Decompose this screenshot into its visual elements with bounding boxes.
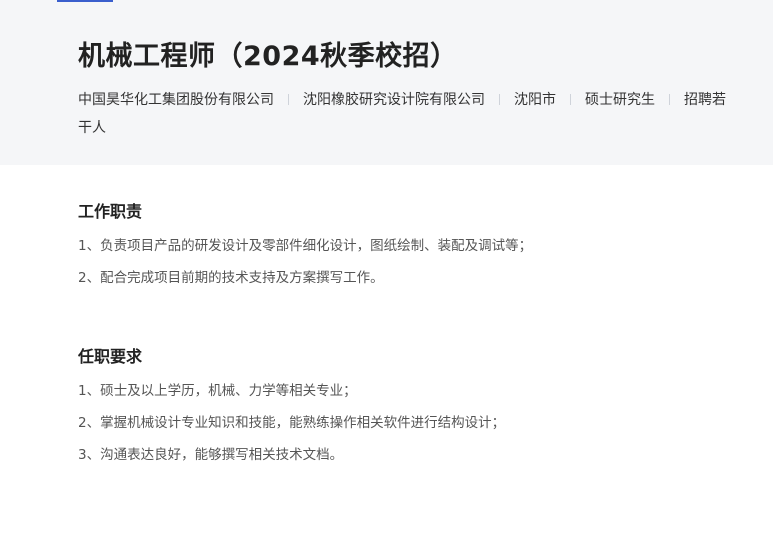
list-item: 3、沟通表达良好，能够撰写相关技术文档。 [78, 447, 344, 463]
responsibilities-heading: 工作职责 [78, 202, 143, 221]
active-tab-indicator [57, 0, 113, 2]
list-item: 2、配合完成项目前期的技术支持及方案撰写工作。 [78, 270, 384, 286]
meta-company: 中国昊华化工集团股份有限公司 [78, 92, 274, 108]
meta-education: 硕士研究生 [585, 92, 655, 108]
list-item: 2、掌握机械设计专业知识和技能，能熟练操作相关软件进行结构设计； [78, 415, 506, 431]
job-header: 机械工程师（2024秋季校招） 中国昊华化工集团股份有限公司 沈阳橡胶研究设计院有… [0, 0, 773, 165]
meta-location: 沈阳市 [514, 92, 556, 108]
meta-separator [499, 94, 500, 105]
job-meta: 中国昊华化工集团股份有限公司 沈阳橡胶研究设计院有限公司 沈阳市 硕士研究生 招聘若干人 [78, 86, 733, 142]
meta-institute: 沈阳橡胶研究设计院有限公司 [303, 92, 485, 108]
requirements-list: 1、硕士及以上学历，机械、力学等相关专业； 2、掌握机械设计专业知识和技能，能熟… [78, 381, 505, 477]
meta-separator [570, 94, 571, 105]
list-item: 1、负责项目产品的研发设计及零部件细化设计，图纸绘制、装配及调试等； [78, 238, 533, 254]
requirements-heading: 任职要求 [78, 347, 143, 366]
list-item: 1、硕士及以上学历，机械、力学等相关专业； [78, 383, 357, 399]
meta-separator [669, 94, 670, 105]
responsibilities-list: 1、负责项目产品的研发设计及零部件细化设计，图纸绘制、装配及调试等； 2、配合完… [78, 236, 532, 300]
meta-separator [288, 94, 289, 105]
job-title: 机械工程师（2024秋季校招） [78, 41, 458, 72]
